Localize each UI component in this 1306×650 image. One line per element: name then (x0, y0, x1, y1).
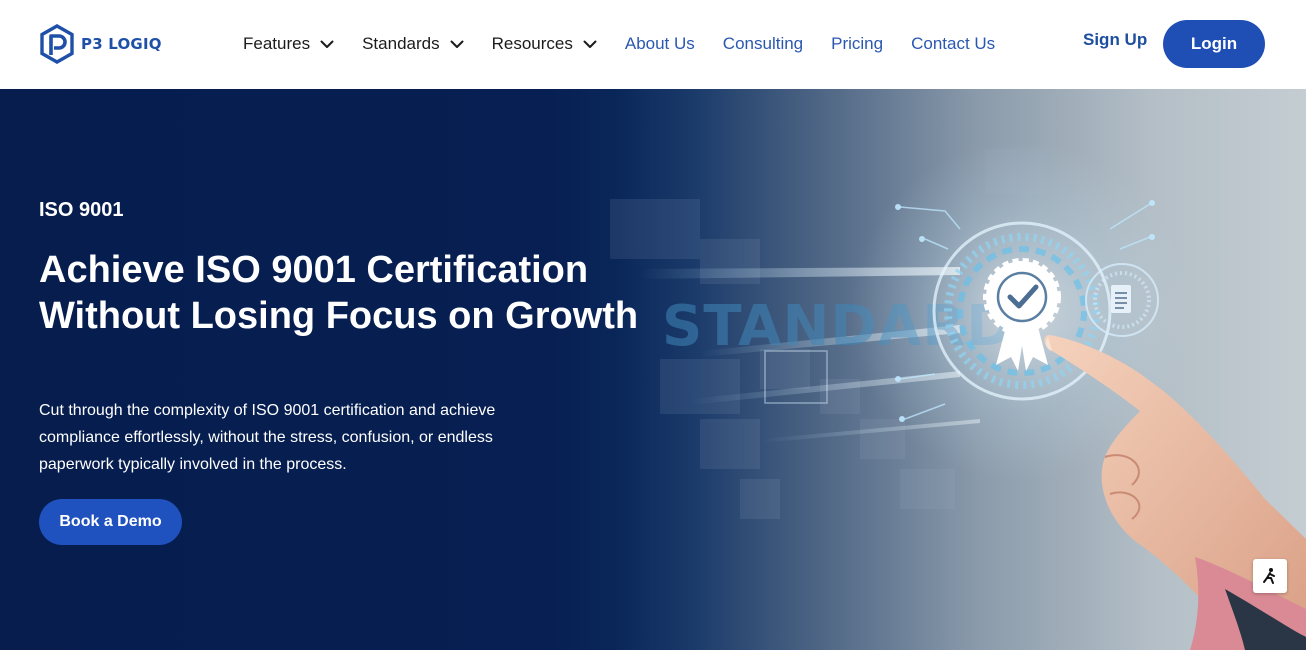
chevron-down-icon (320, 40, 334, 48)
nav-resources[interactable]: Resources (492, 34, 597, 54)
nav-resources-label: Resources (491, 34, 573, 53)
site-header: P3 LOGIQ Features Standards Resources Ab… (0, 0, 1306, 89)
hero-subcopy: Cut through the complexity of ISO 9001 c… (39, 402, 496, 473)
nav-about-us[interactable]: About Us (625, 34, 695, 54)
brand-logo[interactable]: P3 LOGIQ (39, 24, 162, 64)
accessibility-icon (1263, 568, 1275, 584)
main-nav: Features Standards Resources About Us Co… (243, 30, 1023, 58)
nav-consulting[interactable]: Consulting (723, 34, 803, 54)
nav-contact-us[interactable]: Contact Us (911, 34, 995, 54)
nav-standards[interactable]: Standards (362, 34, 464, 54)
hero-eyebrow: ISO 9001 (39, 199, 124, 221)
p3-logo-icon (40, 24, 74, 64)
accessibility-button[interactable] (1253, 559, 1287, 593)
hero-headline: Achieve ISO 9001 Certification Without L… (39, 249, 639, 337)
nav-features-label: Features (243, 34, 311, 53)
chevron-down-icon (450, 40, 464, 48)
nav-standards-label: Standards (362, 34, 440, 53)
brand-name: P3 LOGIQ (81, 35, 162, 53)
nav-pricing[interactable]: Pricing (831, 34, 883, 54)
hero-section: STANDARD ISO 9001 Achieve ISO 9001 Certi… (0, 89, 1306, 650)
login-button[interactable]: Login (1163, 20, 1265, 68)
hero-image: STANDARD (610, 141, 1306, 650)
chevron-down-icon (583, 40, 597, 48)
book-a-demo-button[interactable]: Book a Demo (39, 499, 182, 545)
sign-up-link[interactable]: Sign Up (1083, 30, 1147, 50)
nav-features[interactable]: Features (243, 34, 334, 54)
